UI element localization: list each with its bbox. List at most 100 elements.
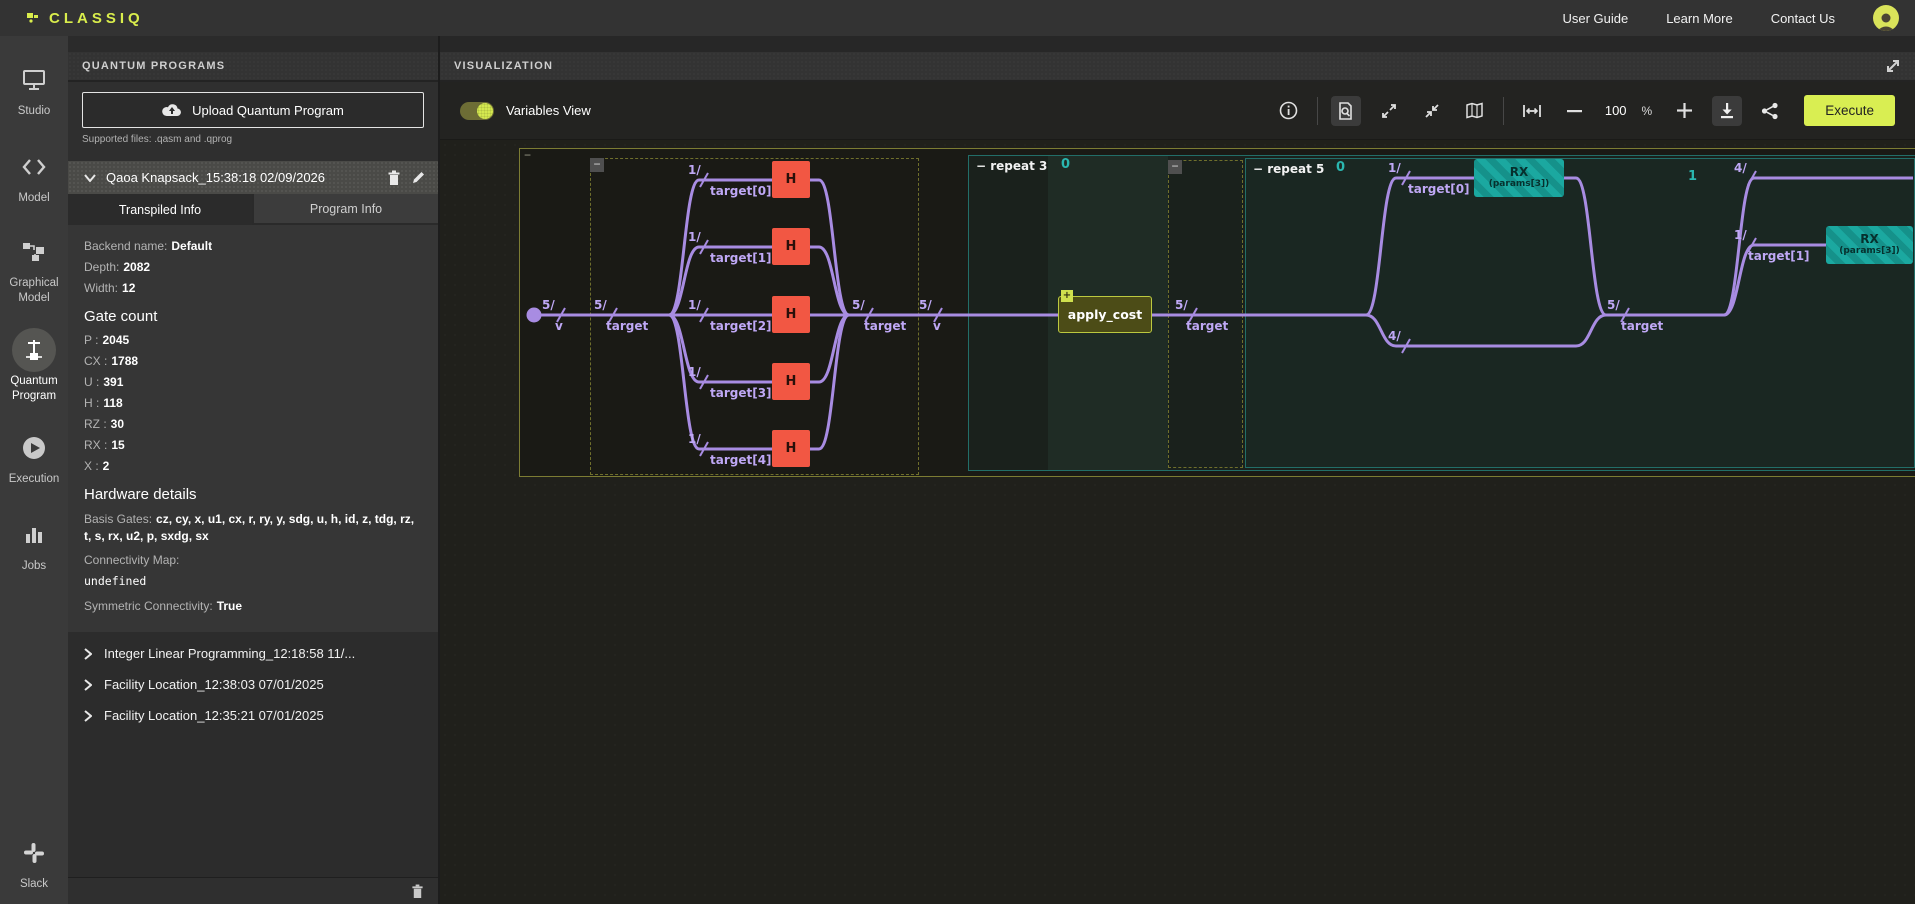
- logo-text: CLASSIQ: [49, 10, 144, 27]
- user-avatar[interactable]: [1873, 5, 1899, 31]
- fit-width-button[interactable]: [1517, 96, 1547, 126]
- gate-label: U :: [84, 375, 99, 389]
- gate-label: X :: [84, 459, 99, 473]
- edit-pencil-icon[interactable]: [411, 170, 426, 185]
- wire-name-label: target: [606, 319, 648, 333]
- collapse-all-button[interactable]: [1417, 96, 1447, 126]
- map-icon: [1465, 102, 1484, 119]
- gate-value: 2045: [102, 333, 129, 347]
- apply-cost-gate[interactable]: + apply_cost: [1058, 296, 1152, 333]
- program-row[interactable]: Integer Linear Programming_12:18:58 11/.…: [68, 638, 438, 669]
- wire-name-label: target[2]: [710, 319, 772, 333]
- rx-gate[interactable]: RX (params[3]): [1474, 159, 1564, 197]
- upload-quantum-program-button[interactable]: Upload Quantum Program: [82, 92, 424, 128]
- chevron-right-icon: [84, 710, 92, 722]
- rx-gate-label: RX: [1860, 233, 1879, 246]
- wire-size-label: 5/: [919, 298, 932, 312]
- chevron-down-icon[interactable]: [84, 174, 96, 182]
- plus-icon: [1677, 103, 1692, 118]
- symmetric-connectivity-field: Symmetric Connectivity:True: [84, 599, 422, 614]
- fullscreen-expand-icon[interactable]: [1885, 58, 1901, 74]
- contact-us-link[interactable]: Contact Us: [1771, 11, 1835, 26]
- info-button[interactable]: [1274, 96, 1304, 126]
- download-button[interactable]: [1712, 96, 1742, 126]
- h-gate[interactable]: H: [772, 296, 810, 333]
- document-search-icon: [1337, 102, 1354, 120]
- circuit-canvas[interactable]: −: [440, 140, 1915, 904]
- rx-gate-param: (params[3]): [1839, 246, 1899, 257]
- hadamard-collapse-badge[interactable]: −: [590, 158, 604, 172]
- sidebar-label: Studio: [3, 104, 65, 119]
- backend-name-field: Backend name: Default: [84, 239, 422, 254]
- h-gate[interactable]: H: [772, 363, 810, 400]
- zoom-level-unit: %: [1642, 104, 1653, 118]
- classiq-logo[interactable]: CLASSIQ: [26, 10, 144, 27]
- sidebar-item-graphical-model[interactable]: Graphical Model: [0, 230, 68, 306]
- chevron-right-icon: [84, 648, 92, 660]
- nav-sidebar: Studio Model Graphical Model Quantum Pro…: [0, 36, 68, 904]
- top-links: User Guide Learn More Contact Us: [1562, 5, 1899, 31]
- zoom-out-button[interactable]: [1560, 96, 1590, 126]
- variables-view-label: Variables View: [506, 103, 591, 118]
- share-button[interactable]: [1755, 96, 1785, 126]
- chevron-right-icon: [84, 679, 92, 691]
- field-value: Default: [171, 239, 212, 253]
- h-gate[interactable]: H: [772, 161, 810, 198]
- collapse-arrows-icon: [1423, 102, 1441, 120]
- programs-panel-header: QUANTUM PROGRAMS: [68, 52, 438, 82]
- variables-view-toggle[interactable]: [460, 102, 494, 120]
- sidebar-item-quantum-program[interactable]: Quantum Program: [0, 328, 68, 404]
- execute-button[interactable]: Execute: [1804, 95, 1895, 126]
- minimap-button[interactable]: [1460, 96, 1490, 126]
- sidebar-item-slack[interactable]: Slack: [0, 831, 68, 892]
- gate-count-row: U :391: [84, 375, 422, 390]
- zoom-in-button[interactable]: [1669, 96, 1699, 126]
- wire-name-label: target[0]: [710, 184, 772, 198]
- visualization-header: VISUALIZATION: [440, 52, 1915, 82]
- sidebar-item-model[interactable]: Model: [0, 145, 68, 206]
- h-gate[interactable]: H: [772, 228, 810, 265]
- wire-name-label: target: [864, 319, 906, 333]
- program-row[interactable]: Facility Location_12:38:03 07/01/2025: [68, 669, 438, 700]
- tab-transpiled-info[interactable]: Transpiled Info: [68, 194, 252, 225]
- rx-gate[interactable]: RX (params[3]): [1826, 226, 1913, 264]
- tab-program-info[interactable]: Program Info: [252, 194, 438, 225]
- sidebar-item-execution[interactable]: Execution: [0, 426, 68, 487]
- program-row[interactable]: Facility Location_12:35:21 07/01/2025: [68, 700, 438, 731]
- depth-field: Depth:2082: [84, 260, 422, 275]
- hardware-details-heading: Hardware details: [84, 486, 422, 503]
- play-circle-icon: [12, 426, 56, 470]
- expand-plus-badge[interactable]: +: [1061, 290, 1073, 302]
- target-block-collapse-badge[interactable]: −: [1168, 160, 1182, 174]
- wire-size-label: 1/: [1734, 228, 1747, 242]
- sidebar-item-studio[interactable]: Studio: [0, 58, 68, 119]
- user-guide-link[interactable]: User Guide: [1562, 11, 1628, 26]
- search-document-button[interactable]: [1331, 96, 1361, 126]
- program-name: Facility Location_12:38:03 07/01/2025: [104, 677, 324, 692]
- gate-label: RZ :: [84, 417, 107, 431]
- gate-value: 118: [103, 396, 122, 410]
- program-name: Facility Location_12:35:21 07/01/2025: [104, 708, 324, 723]
- expand-all-button[interactable]: [1374, 96, 1404, 126]
- field-label: Symmetric Connectivity:: [84, 599, 213, 613]
- h-gate[interactable]: H: [772, 430, 810, 467]
- sidebar-label: Slack: [3, 877, 65, 892]
- learn-more-link[interactable]: Learn More: [1666, 11, 1732, 26]
- toggle-knob: [477, 103, 493, 119]
- gate-label: RX :: [84, 438, 107, 452]
- program-row-selected[interactable]: Qaoa Knapsack_15:38:18 02/09/2026: [68, 161, 438, 194]
- gate-count-row: RZ :30: [84, 417, 422, 432]
- trash-icon[interactable]: [387, 170, 401, 186]
- program-name: Qaoa Knapsack_15:38:18 02/09/2026: [106, 170, 377, 185]
- sidebar-item-jobs[interactable]: Jobs: [0, 513, 68, 574]
- panel-gap: [68, 36, 438, 52]
- gate-count-row: CX :1788: [84, 354, 422, 369]
- repeat-5-label: − repeat 5: [1253, 162, 1324, 176]
- repeat-3-label: − repeat 3: [976, 159, 1047, 173]
- apply-cost-label: apply_cost: [1068, 307, 1142, 322]
- wire-size-label: 5/: [1175, 298, 1188, 312]
- trash-icon[interactable]: [411, 884, 424, 899]
- wire-size-label: 1/: [688, 298, 701, 312]
- wire-size-label: 1/: [688, 163, 701, 177]
- field-label: Backend name:: [84, 239, 167, 253]
